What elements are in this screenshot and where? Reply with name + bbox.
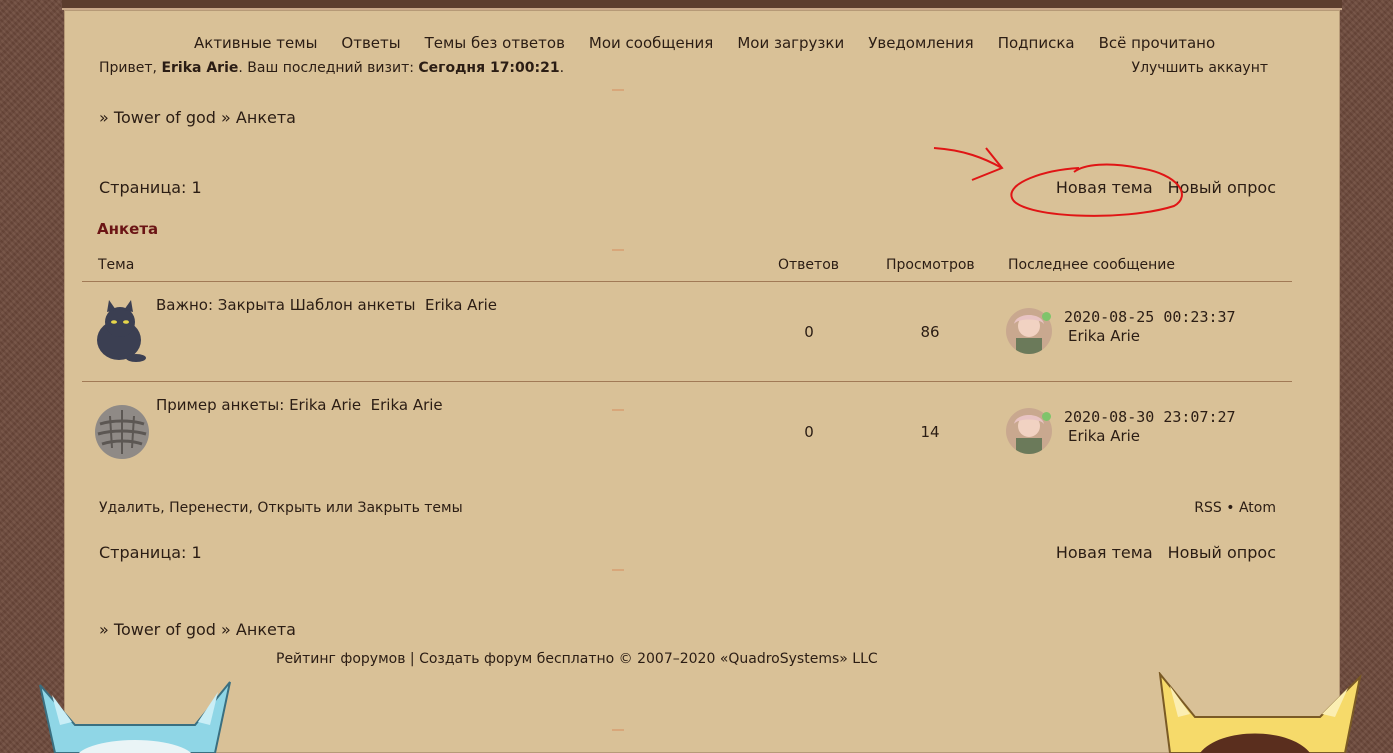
section-title: Анкета	[97, 220, 159, 238]
close-topics-link[interactable]: Закрыть темы	[357, 500, 462, 516]
header-last-post: Последнее сообщение	[1008, 257, 1175, 273]
greeting-username[interactable]: Erika Arie	[161, 60, 238, 76]
top-bar	[62, 0, 1342, 10]
header-topic: Тема	[98, 257, 135, 273]
breadcrumb-section-link[interactable]: Анкета	[236, 108, 296, 127]
greeting: Привет, Erika Arie. Ваш последний визит:…	[99, 60, 564, 76]
pagination-label: Страница:	[99, 543, 187, 562]
moderation-links: Удалить, Перенести, Открыть или Закрыть …	[99, 500, 463, 516]
move-topics-link[interactable]: Перенести	[169, 500, 248, 516]
separator: |	[409, 651, 415, 667]
last-post-date[interactable]: 2020-08-30 23:07:27	[1064, 408, 1236, 426]
breadcrumb-forum-link[interactable]: Tower of god	[114, 620, 216, 639]
views-count: 14	[920, 423, 940, 441]
nav-notifications[interactable]: Уведомления	[868, 34, 973, 52]
topic-link[interactable]: Пример анкеты: Erika Arie	[156, 396, 361, 414]
topic-actions-bottom: Новая тема Новый опрос	[1056, 543, 1276, 562]
last-visit-label: . Ваш последний визит:	[238, 60, 414, 76]
or-text: или	[325, 500, 354, 516]
blue-cat-character-decoration	[39, 681, 231, 753]
nav-active-topics[interactable]: Активные темы	[194, 34, 317, 52]
black-cat-icon	[97, 300, 146, 362]
new-topic-button[interactable]: Новая тема	[1056, 543, 1153, 562]
topic-title: Важно: Закрыта Шаблон анкеты Erika Arie	[156, 296, 497, 314]
delete-topics-link[interactable]: Удалить	[99, 500, 160, 516]
pagination-page: 1	[191, 543, 202, 562]
annotation-circle-arrow	[933, 147, 1183, 217]
create-forum-link[interactable]: Создать форум бесплатно	[419, 651, 614, 667]
divider	[612, 729, 624, 731]
breadcrumb-section-link[interactable]: Анкета	[236, 620, 296, 639]
divider	[612, 409, 624, 411]
pagination-page: 1	[191, 178, 202, 197]
breadcrumb-sep: »	[221, 108, 231, 127]
breadcrumb: » Tower of god » Анкета	[99, 108, 296, 127]
last-post-user[interactable]: Erika Arie	[1068, 427, 1140, 445]
nav-my-uploads[interactable]: Мои загрузки	[737, 34, 844, 52]
online-indicator	[1042, 312, 1051, 321]
atom-link[interactable]: Atom	[1239, 500, 1276, 516]
nav-subscriptions[interactable]: Подписка	[998, 34, 1075, 52]
header-views: Просмотров	[886, 257, 975, 273]
nav-mark-all-read[interactable]: Всё прочитано	[1099, 34, 1216, 52]
forum-panel: Активные темы Ответы Темы без ответов Мо…	[64, 10, 1340, 753]
new-poll-button[interactable]: Новый опрос	[1168, 543, 1276, 562]
header-replies: Ответов	[778, 257, 840, 273]
pagination-label: Страница:	[99, 178, 187, 197]
breadcrumb-forum-link[interactable]: Tower of god	[114, 108, 216, 127]
last-post-user[interactable]: Erika Arie	[1068, 327, 1140, 345]
tabby-cat-icon	[95, 405, 149, 459]
table-divider	[82, 381, 1292, 382]
open-topics-link[interactable]: Открыть	[257, 500, 321, 516]
pagination-bottom: Страница: 1	[99, 543, 202, 562]
upgrade-account-link[interactable]: Улучшить аккаунт	[1132, 60, 1268, 76]
topic-link[interactable]: Важно: Закрыта Шаблон анкеты	[156, 296, 415, 314]
divider	[612, 249, 624, 251]
yellow-cat-character-decoration	[1158, 672, 1362, 753]
separator: ,	[160, 500, 165, 516]
table-divider	[82, 281, 1292, 282]
views-count: 86	[920, 323, 940, 341]
breadcrumb-sep: »	[221, 620, 231, 639]
nav-my-posts[interactable]: Мои сообщения	[589, 34, 713, 52]
footer: Рейтинг форумов | Создать форум бесплатн…	[276, 651, 878, 667]
breadcrumb-sep: »	[99, 108, 109, 127]
pagination-top: Страница: 1	[99, 178, 202, 197]
replies-count: 0	[804, 423, 814, 441]
last-visit-value: Сегодня 17:00:21	[418, 60, 560, 76]
breadcrumb-bottom: » Tower of god » Анкета	[99, 620, 296, 639]
top-navigation: Активные темы Ответы Темы без ответов Мо…	[194, 34, 1215, 52]
greeting-end: .	[559, 60, 565, 76]
feed-links: RSS • Atom	[1194, 500, 1276, 516]
topic-author[interactable]: Erika Arie	[371, 396, 443, 414]
online-indicator	[1042, 412, 1051, 421]
topic-author[interactable]: Erika Arie	[425, 296, 497, 314]
forum-rating-link[interactable]: Рейтинг форумов	[276, 651, 405, 667]
copyright: © 2007–2020 «QuadroSystems» LLC	[618, 651, 878, 667]
separator: •	[1226, 500, 1235, 516]
separator: ,	[248, 500, 253, 516]
rss-link[interactable]: RSS	[1194, 500, 1222, 516]
replies-count: 0	[804, 323, 814, 341]
breadcrumb-sep: »	[99, 620, 109, 639]
nav-unanswered[interactable]: Темы без ответов	[425, 34, 565, 52]
topic-title: Пример анкеты: Erika Arie Erika Arie	[156, 396, 443, 414]
divider	[612, 89, 624, 91]
greeting-prefix: Привет,	[99, 60, 157, 76]
nav-replies[interactable]: Ответы	[341, 34, 400, 52]
divider	[612, 569, 624, 571]
last-post-date[interactable]: 2020-08-25 00:23:37	[1064, 308, 1236, 326]
